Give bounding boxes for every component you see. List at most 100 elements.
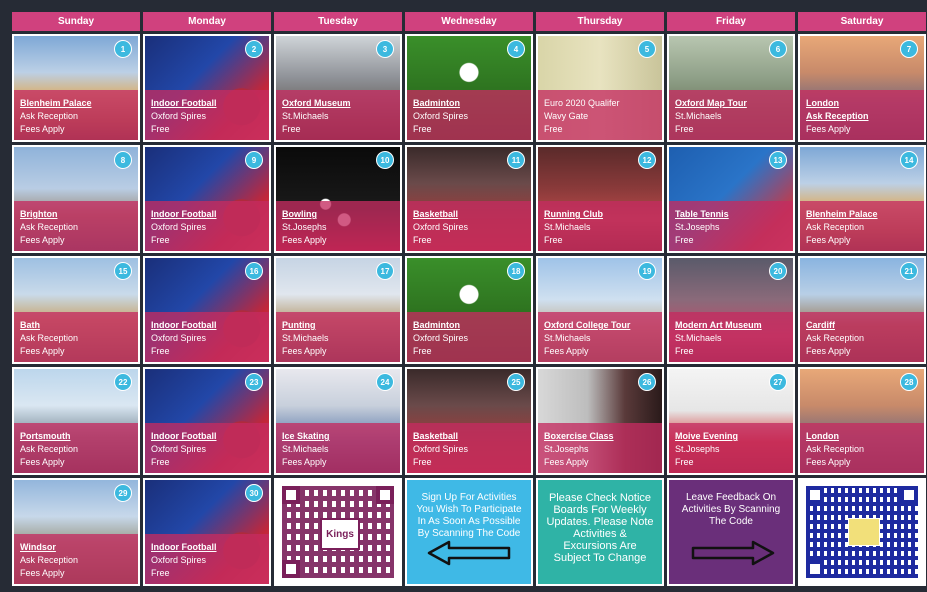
day-header-tuesday: Tuesday [274, 12, 402, 31]
activity-title[interactable]: Oxford Map Tour [675, 97, 789, 110]
activity-cell-modern-art-museum[interactable]: 20 Modern Art Museum St.Michaels Free [667, 256, 795, 364]
activity-caption: Basketball Oxford Spires Free [413, 430, 527, 469]
activity-caption: Modern Art Museum St.Michaels Free [675, 319, 789, 358]
activity-cell-boxercise-class[interactable]: 26 Boxercise Class St.Josephs Fees Apply [536, 367, 664, 475]
day-number-badge: 1 [114, 40, 132, 58]
activity-cell-badminton[interactable]: 18 Badminton Oxford Spires Free [405, 256, 533, 364]
activity-title[interactable]: Badminton [413, 97, 527, 110]
activity-cell-basketball[interactable]: 11 Basketball Oxford Spires Free [405, 145, 533, 253]
activity-location: St.Michaels [544, 222, 591, 232]
activity-title[interactable]: Table Tennis [675, 208, 789, 221]
day-header-saturday: Saturday [798, 12, 926, 31]
activity-cell-windsor[interactable]: 29 Windsor Ask Reception Fees Apply [12, 478, 140, 586]
activity-fee: Free [413, 235, 432, 245]
activity-cell-london[interactable]: 28 London Ask Reception Fees Apply [798, 367, 926, 475]
activity-cell-ice-skating[interactable]: 24 Ice Skating St.Michaels Fees Apply [274, 367, 402, 475]
activity-title[interactable]: Bath [20, 319, 134, 332]
activity-title[interactable]: Indoor Football [151, 97, 265, 110]
day-number-badge: 26 [638, 373, 656, 391]
activity-fee: Fees Apply [806, 457, 851, 467]
signup-qr-code[interactable]: Kings [274, 478, 402, 586]
activity-title[interactable]: Blenheim Palace [806, 208, 920, 221]
day-header-monday: Monday [143, 12, 271, 31]
activity-caption: Moive Evening St.Josephs Free [675, 430, 789, 469]
activity-location: St.Josephs [675, 222, 720, 232]
activity-title[interactable]: London [806, 430, 920, 443]
activity-fee: Fees Apply [282, 235, 327, 245]
activity-caption: Indoor Football Oxford Spires Free [151, 541, 265, 580]
activity-cell-basketball[interactable]: 25 Basketball Oxford Spires Free [405, 367, 533, 475]
activity-title[interactable]: Boxercise Class [544, 430, 658, 443]
kings-logo: Kings [320, 518, 360, 550]
activity-fee: Free [151, 124, 170, 134]
activity-title[interactable]: Cardiff [806, 319, 920, 332]
activity-location: Oxford Spires [151, 444, 207, 454]
feedback-text: Leave Feedback On Activities By Scanning… [681, 492, 781, 527]
activity-cell-portsmouth[interactable]: 22 Portsmouth Ask Reception Fees Apply [12, 367, 140, 475]
day-number-badge: 28 [900, 373, 918, 391]
activity-title[interactable]: Windsor [20, 541, 134, 554]
qr-finder-pattern [376, 486, 394, 504]
day-number-badge: 4 [507, 40, 525, 58]
activity-caption: Badminton Oxford Spires Free [413, 97, 527, 136]
activity-caption: Indoor Football Oxford Spires Free [151, 430, 265, 469]
activity-cell-punting[interactable]: 17 Punting St.Michaels Fees Apply [274, 256, 402, 364]
activity-title[interactable]: Portsmouth [20, 430, 134, 443]
activity-cell-indoor-football[interactable]: 16 Indoor Football Oxford Spires Free [143, 256, 271, 364]
activity-cell-running-club[interactable]: 12 Running Club St.Michaels Free [536, 145, 664, 253]
activity-cell-indoor-football[interactable]: 2 Indoor Football Oxford Spires Free [143, 34, 271, 142]
activity-fee: Free [675, 346, 694, 356]
activity-title[interactable]: Badminton [413, 319, 527, 332]
activity-cell-indoor-football[interactable]: 23 Indoor Football Oxford Spires Free [143, 367, 271, 475]
day-number-badge: 20 [769, 262, 787, 280]
activity-title[interactable]: Indoor Football [151, 319, 265, 332]
activity-cell-movie-evening[interactable]: 27 Moive Evening St.Josephs Free [667, 367, 795, 475]
activity-cell-oxford-museum[interactable]: 3 Oxford Museum St.Michaels Free [274, 34, 402, 142]
activity-title[interactable]: London [806, 97, 920, 110]
activity-cell-indoor-football[interactable]: 30 Indoor Football Oxford Spires Free [143, 478, 271, 586]
activity-cell-blenheim-palace[interactable]: 14 Blenheim Palace Ask Reception Fees Apply [798, 145, 926, 253]
activity-fee: Free [413, 457, 432, 467]
activity-fee: Fees Apply [20, 346, 65, 356]
activity-cell-cardiff[interactable]: 21 Cardiff Ask Reception Fees Apply [798, 256, 926, 364]
activity-title[interactable]: Indoor Football [151, 208, 265, 221]
activity-title[interactable]: Moive Evening [675, 430, 789, 443]
activity-title[interactable]: Indoor Football [151, 430, 265, 443]
feedback-qr-code[interactable] [798, 478, 926, 586]
activity-caption: Bath Ask Reception Fees Apply [20, 319, 134, 358]
day-number-badge: 5 [638, 40, 656, 58]
activity-title[interactable]: Punting [282, 319, 396, 332]
activity-caption: Oxford Map Tour St.Michaels Free [675, 97, 789, 136]
activity-title[interactable]: Oxford Museum [282, 97, 396, 110]
activity-title[interactable]: Oxford College Tour [544, 319, 658, 332]
signup-text: Sign Up For Activities You Wish To Parti… [416, 492, 522, 539]
activity-title[interactable]: Basketball [413, 430, 527, 443]
activity-cell-oxford-college-tour[interactable]: 19 Oxford College Tour St.Michaels Fees App… [536, 256, 664, 364]
activity-cell-bath[interactable]: 15 Bath Ask Reception Fees Apply [12, 256, 140, 364]
activity-fee: Fees Apply [20, 124, 65, 134]
activity-location: Ask Reception [806, 444, 865, 454]
activity-calendar: Sunday Monday Tuesday Wednesday Thursday… [12, 12, 926, 590]
activity-title[interactable]: Ice Skating [282, 430, 396, 443]
activity-cell-indoor-football[interactable]: 9 Indoor Football Oxford Spires Free [143, 145, 271, 253]
activity-cell-blenheim-palace[interactable]: 1 Blenheim Palace Ask Reception Fees Apply [12, 34, 140, 142]
activity-title[interactable]: Running Club [544, 208, 658, 221]
activity-title[interactable]: Bowling [282, 208, 396, 221]
activity-title[interactable]: Brighton [20, 208, 134, 221]
activity-cell-london[interactable]: 7 London Ask Reception Fees Apply [798, 34, 926, 142]
day-number-badge: 24 [376, 373, 394, 391]
activity-cell-oxford-map-tour[interactable]: 6 Oxford Map Tour St.Michaels Free [667, 34, 795, 142]
activity-caption: Cardiff Ask Reception Fees Apply [806, 319, 920, 358]
activity-cell-brighton[interactable]: 8 Brighton Ask Reception Fees Apply [12, 145, 140, 253]
activity-caption: Euro 2020 Qualifer Wavy Gate Free [544, 97, 658, 136]
activity-title-line2[interactable]: Ask Reception [806, 110, 920, 123]
activity-title[interactable]: Indoor Football [151, 541, 265, 554]
activity-cell-table-tennis[interactable]: 13 Table Tennis St.Josephs Free [667, 145, 795, 253]
activity-cell-euro-2020-qualifier[interactable]: 5 Euro 2020 Qualifer Wavy Gate Free [536, 34, 664, 142]
activity-cell-bowling[interactable]: 10 Bowling St.Josephs Fees Apply [274, 145, 402, 253]
activity-title[interactable]: Basketball [413, 208, 527, 221]
activity-title[interactable]: Euro 2020 Qualifer [544, 97, 658, 110]
activity-cell-badminton[interactable]: 4 Badminton Oxford Spires Free [405, 34, 533, 142]
activity-title[interactable]: Modern Art Museum [675, 319, 789, 332]
activity-title[interactable]: Blenheim Palace [20, 97, 134, 110]
